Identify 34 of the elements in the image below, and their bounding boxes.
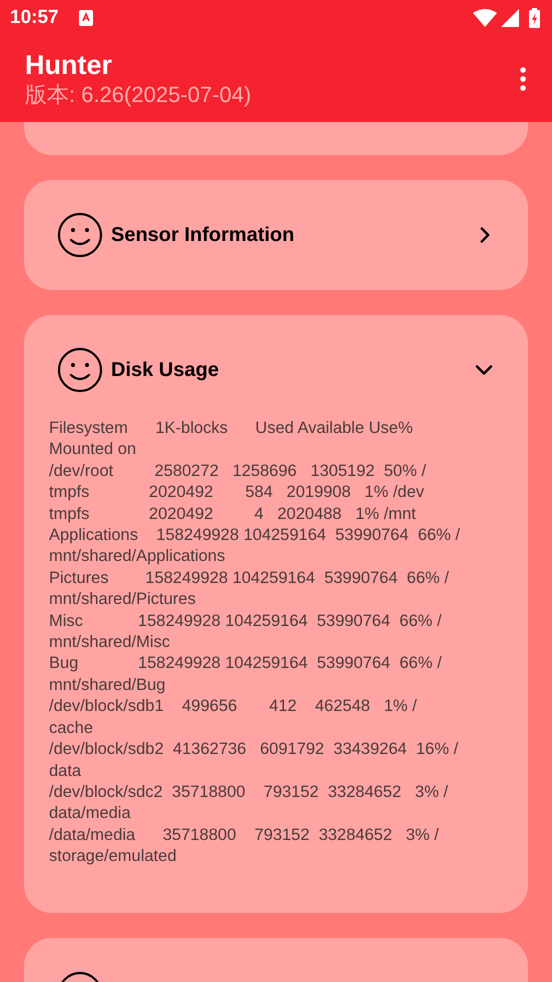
disk-usage-line: storage/emulated bbox=[49, 846, 176, 868]
disk-usage-line: /dev/block/sdb1 499656 412 462548 1% / bbox=[49, 696, 417, 718]
disk-usage-line: mnt/shared/Bug bbox=[49, 674, 166, 696]
disk-usage-line: /dev/root 2580272 1258696 1305192 50% / bbox=[49, 460, 426, 482]
disk-usage-line: /dev/block/sdc2 35718800 793152 33284652 3% / bbox=[49, 782, 448, 803]
disk-usage-line: Pictures 158249928 104259164 53990764 66% / bbox=[49, 568, 449, 589]
card-title: Sensor Information bbox=[111, 223, 294, 248]
disk-usage-line: data/media bbox=[49, 803, 131, 824]
signal-icon bbox=[501, 9, 519, 27]
status-time: 10:57 bbox=[10, 6, 59, 30]
notification-icon bbox=[78, 10, 93, 26]
wifi-icon bbox=[473, 9, 497, 27]
more-options-icon[interactable] bbox=[520, 67, 526, 91]
disk-usage-line: Misc 158249928 104259164 53990764 66% / bbox=[49, 610, 442, 632]
disk-usage-line: /data/media 35718800 793152 33284652 3% / bbox=[49, 824, 439, 846]
disk-usage-line: mnt/shared/Pictures bbox=[49, 589, 196, 610]
disk-usage-line: mnt/shared/Applications bbox=[49, 546, 226, 568]
disk-usage-line: mnt/shared/Misc bbox=[49, 632, 170, 654]
smiley-icon bbox=[57, 347, 103, 393]
version-subtitle: 版本: 6.26(2025-07-04) bbox=[25, 81, 252, 109]
disk-usage-line: Bug 158249928 104259164 53990764 66% / bbox=[49, 653, 442, 674]
disk-usage-line: cache bbox=[49, 718, 94, 739]
smiley-icon bbox=[57, 212, 103, 258]
disk-usage-line: tmpfs 2020492 4 2020488 1% /mnt bbox=[49, 504, 416, 525]
disk-usage-line: Filesystem 1K-blocks Used Available Use% bbox=[49, 418, 413, 439]
card-title: Disk Usage bbox=[111, 358, 219, 383]
disk-usage-line: Mounted on bbox=[49, 439, 136, 460]
battery-icon bbox=[529, 8, 540, 28]
disk-usage-line: data bbox=[49, 760, 82, 782]
app-title: Hunter bbox=[25, 49, 113, 81]
disk-usage-line: Applications 158249928 104259164 53990764 66% / bbox=[49, 525, 460, 546]
disk-usage-line: /dev/block/sdb2 41362736 6091792 33439264 16% / bbox=[49, 739, 458, 760]
sensor-card[interactable]: Sensor Information bbox=[24, 180, 528, 290]
disk-usage-line: tmpfs 2020492 584 2019908 1% /dev bbox=[49, 482, 424, 504]
